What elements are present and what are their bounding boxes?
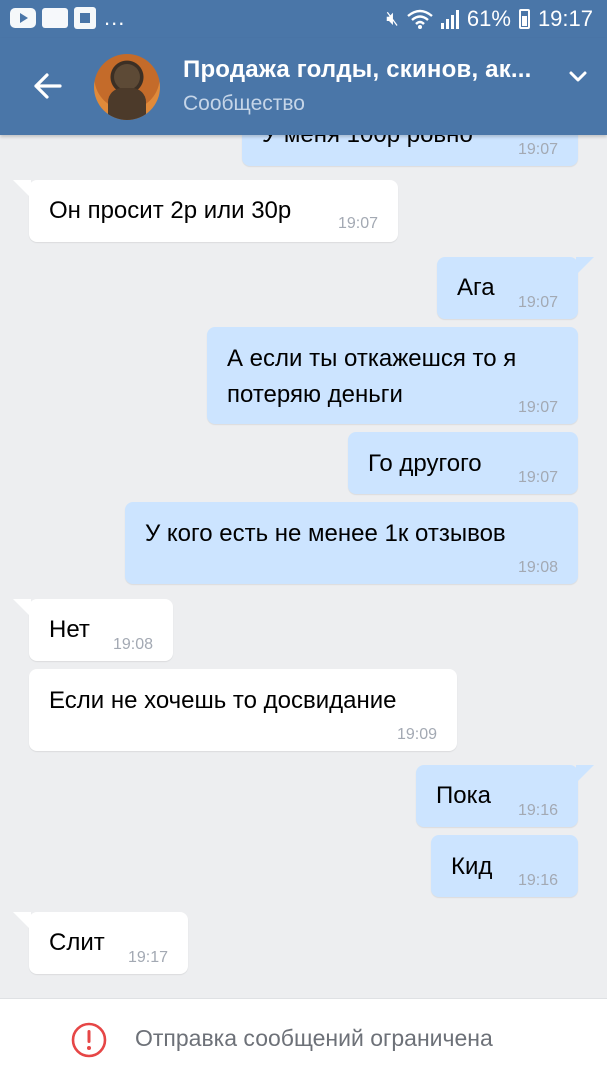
message-text: Если не хочешь то досвидание xyxy=(49,687,397,714)
message-bubble-incoming[interactable]: Нет 19:08 xyxy=(13,599,173,661)
message-text: А если ты откажешся то я потеряю деньги xyxy=(227,345,517,408)
message-time: 19:07 xyxy=(337,215,378,232)
flipboard-icon xyxy=(74,7,96,29)
message-time: 19:16 xyxy=(517,872,558,889)
message-text: Ага xyxy=(457,274,495,301)
chat-title[interactable]: Продажа голды, скинов, ак... xyxy=(183,56,532,84)
message-bubble-outgoing[interactable]: Кид 19:16 xyxy=(431,835,578,897)
clock: 19:17 xyxy=(537,6,593,31)
mail-icon xyxy=(42,8,68,28)
community-avatar[interactable] xyxy=(94,54,160,120)
signal-icon xyxy=(440,9,459,29)
message-time: 19:07 xyxy=(517,399,558,416)
youtube-icon xyxy=(10,8,36,28)
message-bubble-outgoing[interactable]: У кого есть не менее 1к отзывов 19:08 xyxy=(125,502,578,584)
chevron-down-icon[interactable] xyxy=(568,70,588,84)
message-bubble-outgoing[interactable]: А если ты откажешся то я потеряю деньги … xyxy=(207,327,578,424)
messaging-restricted-bar: Отправка сообщений ограничена xyxy=(0,998,607,1081)
message-time: 19:07 xyxy=(517,294,558,311)
chat-header: Продажа голды, скинов, ак... Сообщество xyxy=(0,38,607,135)
message-text: Кид xyxy=(451,853,493,880)
exclamation-circle-icon xyxy=(71,1022,107,1058)
battery-icon xyxy=(518,9,530,29)
message-bubble-outgoing[interactable]: Го другого 19:07 xyxy=(348,432,578,494)
message-time: 19:07 xyxy=(517,469,558,486)
message-time: 19:16 xyxy=(517,802,558,819)
message-text: Го другого xyxy=(368,450,482,477)
more-notifications: ... xyxy=(104,5,126,30)
message-time: 19:09 xyxy=(396,726,437,743)
notification-icons: ... xyxy=(10,7,125,29)
message-bubble-incoming[interactable]: Если не хочешь то досвидание 19:09 xyxy=(29,669,457,751)
system-icons: 🔇︎ 61% 19:17 xyxy=(386,6,593,32)
message-time: 19:08 xyxy=(517,559,558,576)
arrow-left-icon[interactable] xyxy=(28,66,68,106)
message-bubble-outgoing[interactable]: Ага 19:07 xyxy=(437,257,594,319)
status-bar: ... 🔇︎ 61% 19:17 xyxy=(0,0,607,38)
message-time: 19:07 xyxy=(517,141,558,158)
mute-icon: 🔇︎ xyxy=(386,7,399,30)
restriction-notice: Отправка сообщений ограничена xyxy=(135,1025,493,1051)
wifi-icon xyxy=(407,9,433,29)
message-bubble-outgoing[interactable]: Пока 19:16 xyxy=(416,765,594,827)
chat-subtitle: Сообщество xyxy=(183,92,305,115)
message-text: Слит xyxy=(49,929,105,956)
message-bubble-incoming[interactable]: Слит 19:17 xyxy=(13,912,188,974)
message-time: 19:17 xyxy=(127,949,168,966)
message-bubble-incoming[interactable]: Он просит 2р или 30р 19:07 xyxy=(13,180,398,242)
message-text: У кого есть не менее 1к отзывов xyxy=(145,520,506,547)
battery-percent: 61% xyxy=(466,6,511,31)
message-text: Он просит 2р или 30р xyxy=(49,197,292,224)
message-time: 19:08 xyxy=(112,636,153,653)
message-text: Нет xyxy=(49,616,90,643)
message-text: Пока xyxy=(436,782,491,809)
